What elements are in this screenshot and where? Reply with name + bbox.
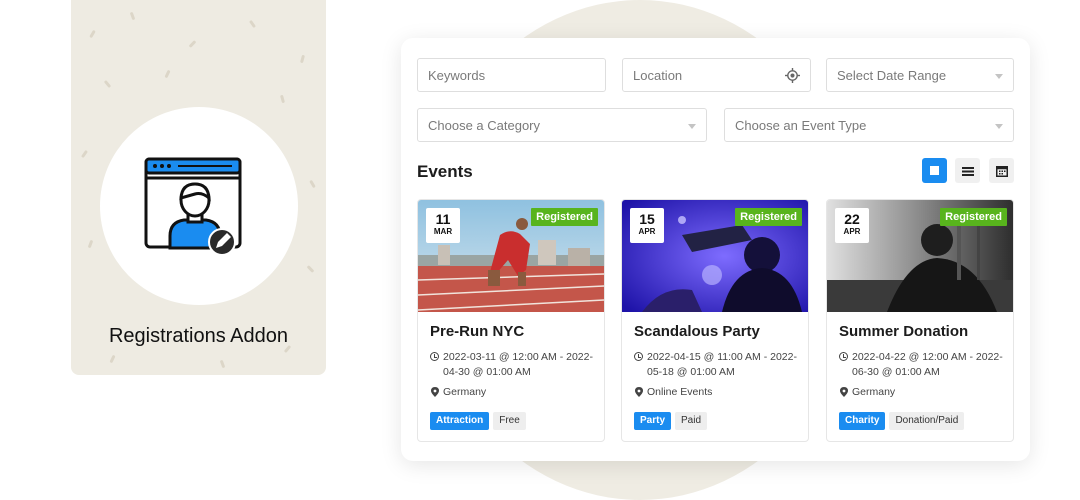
event-card[interactable]: 11 MAR Registered Pre-Run NYC 2022-03-11… xyxy=(417,199,605,442)
location-input[interactable]: Location xyxy=(622,58,811,92)
location-pin-icon xyxy=(635,387,643,397)
event-day: 11 xyxy=(435,211,451,227)
registered-badge: Registered xyxy=(531,208,598,226)
registered-badge: Registered xyxy=(735,208,802,226)
keywords-input[interactable]: Keywords xyxy=(417,58,606,92)
category-tag[interactable]: Party xyxy=(634,412,672,430)
chevron-down-icon xyxy=(688,124,696,129)
events-heading: Events xyxy=(417,162,473,181)
addon-promo-card: Registrations Addon xyxy=(71,0,326,375)
date-range-placeholder: Select Date Range xyxy=(837,67,947,83)
event-time-text: 2022-04-22 @ 12:00 AM - 2022-06-30 @ 01:… xyxy=(852,351,1003,378)
event-day: 22 xyxy=(844,211,860,227)
event-location: Online Events xyxy=(634,386,712,398)
clock-icon xyxy=(430,352,439,361)
promo-title: Registrations Addon xyxy=(108,325,288,347)
list-view-button[interactable] xyxy=(955,158,980,183)
category-placeholder: Choose a Category xyxy=(428,117,541,133)
event-location-text: Germany xyxy=(852,386,896,398)
event-tags: Charity Donation/Paid xyxy=(839,412,965,430)
event-time: 2022-04-22 @ 12:00 AM - 2022-06-30 @ 01:… xyxy=(839,350,1009,380)
category-select[interactable]: Choose a Category xyxy=(417,108,707,142)
event-time: 2022-03-11 @ 12:00 AM - 2022-04-30 @ 01:… xyxy=(430,350,600,380)
date-range-select[interactable]: Select Date Range xyxy=(826,58,1014,92)
calendar-view-button[interactable] xyxy=(989,158,1014,183)
chevron-down-icon xyxy=(995,74,1003,79)
clock-icon xyxy=(839,352,848,361)
user-edit-icon xyxy=(144,157,242,256)
event-time: 2022-04-15 @ 11:00 AM - 2022-05-18 @ 01:… xyxy=(634,350,804,380)
event-title[interactable]: Summer Donation xyxy=(839,323,968,340)
grid-view-icon xyxy=(930,166,939,175)
event-location-text: Germany xyxy=(443,386,487,398)
event-location: Germany xyxy=(839,386,895,398)
events-widget-panel: Keywords Location Select Date Range Choo… xyxy=(401,38,1030,461)
event-month: APR xyxy=(843,227,861,236)
event-tags: Attraction Free xyxy=(430,412,526,430)
event-date-badge: 11 MAR xyxy=(426,208,460,243)
location-pin-icon xyxy=(431,387,439,397)
event-type-select[interactable]: Choose an Event Type xyxy=(724,108,1014,142)
price-tag[interactable]: Donation/Paid xyxy=(889,412,965,430)
location-pin-icon xyxy=(840,387,848,397)
price-tag[interactable]: Free xyxy=(493,412,526,430)
event-title[interactable]: Pre-Run NYC xyxy=(430,323,524,340)
price-tag[interactable]: Paid xyxy=(675,412,708,430)
event-month: MAR xyxy=(433,227,453,236)
event-time-text: 2022-04-15 @ 11:00 AM - 2022-05-18 @ 01:… xyxy=(647,351,797,378)
grid-view-button[interactable] xyxy=(922,158,947,183)
list-view-icon xyxy=(961,166,974,176)
event-location: Germany xyxy=(430,386,486,398)
calendar-view-icon xyxy=(995,165,1008,177)
event-title[interactable]: Scandalous Party xyxy=(634,323,760,340)
event-tags: Party Paid xyxy=(634,412,708,430)
category-tag[interactable]: Attraction xyxy=(430,412,490,430)
event-card[interactable]: 15 APR Registered Scandalous Party 2022-… xyxy=(621,199,809,442)
category-tag[interactable]: Charity xyxy=(839,412,886,430)
clock-icon xyxy=(634,352,643,361)
event-time-text: 2022-03-11 @ 12:00 AM - 2022-04-30 @ 01:… xyxy=(443,351,593,378)
location-placeholder: Location xyxy=(633,67,683,83)
chevron-down-icon xyxy=(995,124,1003,129)
event-day: 15 xyxy=(639,211,655,227)
locate-icon[interactable] xyxy=(785,68,800,83)
event-date-badge: 22 APR xyxy=(835,208,869,243)
keywords-placeholder: Keywords xyxy=(428,67,486,83)
event-date-badge: 15 APR xyxy=(630,208,664,243)
registered-badge: Registered xyxy=(940,208,1007,226)
event-month: APR xyxy=(638,227,656,236)
event-card[interactable]: 22 APR Registered Summer Donation 2022-0… xyxy=(826,199,1014,442)
event-location-text: Online Events xyxy=(647,386,713,398)
event-type-placeholder: Choose an Event Type xyxy=(735,117,867,133)
promo-icon-circle xyxy=(100,107,298,305)
